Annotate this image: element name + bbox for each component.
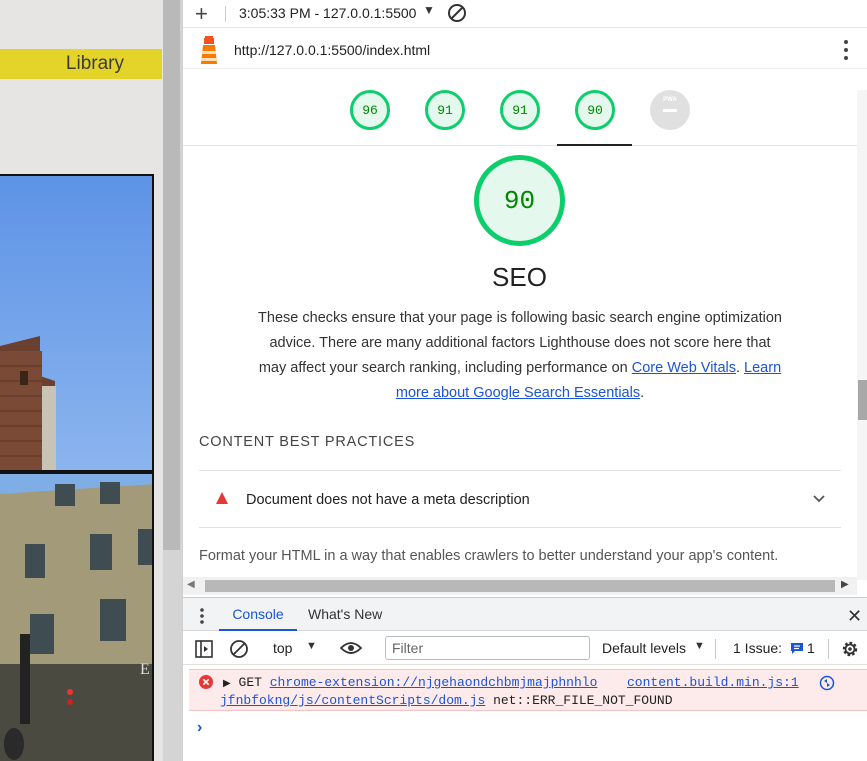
error-method: GET	[238, 675, 262, 690]
network-request-icon[interactable]	[819, 675, 835, 691]
drawer-menu-icon[interactable]	[199, 607, 205, 625]
report-url: http://127.0.0.1:5500/index.html	[234, 42, 431, 58]
expand-triangle-icon[interactable]: ▶	[223, 679, 231, 690]
error-source-link[interactable]: content.build.min.js:1	[627, 675, 799, 690]
error-url-link-continued[interactable]: jfnbfokng/js/contentScripts/dom.js	[220, 693, 485, 708]
core-web-vitals-link[interactable]: Core Web Vitals	[632, 360, 736, 376]
gauge-performance[interactable]: 96	[350, 90, 390, 130]
tab-console[interactable]: Console	[219, 598, 297, 631]
context-select[interactable]: top	[273, 640, 292, 656]
building-photo	[0, 174, 154, 472]
toolbar-divider	[828, 639, 829, 659]
section-heading: CONTENT BEST PRACTICES	[199, 434, 416, 450]
score-tabs: 96 91 91 90 PWA	[183, 70, 867, 146]
log-levels-select[interactable]: Default levels	[602, 640, 686, 656]
audit-item[interactable]: Document does not have a meta descriptio…	[199, 470, 841, 528]
active-tab-indicator	[557, 144, 632, 146]
error-second-line: jfnbfokng/js/contentScripts/dom.js net::…	[220, 693, 673, 708]
scroll-left-icon[interactable]: ◀	[187, 579, 195, 590]
inspected-page: Library E	[0, 0, 163, 761]
toolbar-divider	[715, 639, 716, 659]
nav-bar: Library	[0, 49, 162, 79]
caret-down-icon[interactable]: ▼	[694, 640, 705, 652]
sidebar-toggle-icon[interactable]	[195, 640, 213, 658]
street-photo: E	[0, 472, 154, 761]
more-options-icon[interactable]	[841, 39, 851, 61]
caret-down-icon[interactable]: ▼	[306, 640, 317, 652]
gauge-pwa[interactable]: PWA	[650, 90, 690, 130]
seo-score-gauge: 90	[474, 155, 565, 246]
issues-count[interactable]: 1	[807, 640, 815, 656]
viewport-scrollbar-thumb[interactable]	[163, 0, 180, 550]
drawer-tabbar: Console What's New ✕	[183, 597, 867, 631]
svg-text:E: E	[140, 661, 150, 678]
report-horizontal-scrollbar[interactable]: ◀ ▶	[183, 577, 857, 595]
gear-icon[interactable]	[840, 639, 860, 659]
fail-triangle-icon	[216, 492, 228, 504]
scroll-right-icon[interactable]: ▶	[841, 579, 849, 590]
library-link[interactable]: Library	[66, 53, 124, 75]
seo-score-value: 90	[503, 185, 536, 216]
report-url-bar: http://127.0.0.1:5500/index.html	[183, 29, 867, 69]
console-error-message: ▶ GET chrome-extension://njgehaondchbmjm…	[189, 669, 867, 711]
category-title: SEO	[492, 262, 547, 292]
audit-title: Document does not have a meta descriptio…	[246, 492, 530, 508]
report-select[interactable]: 3:05:33 PM - 127.0.0.1:5500	[239, 5, 416, 21]
toolbar-divider	[225, 6, 226, 22]
error-url-link[interactable]: chrome-extension://njgehaondchbmjmajphnh…	[270, 675, 598, 690]
close-icon[interactable]: ✕	[847, 606, 862, 627]
eye-icon[interactable]	[340, 640, 362, 656]
issue-message-icon[interactable]	[790, 642, 804, 655]
category-description: These checks ensure that your page is fo…	[258, 310, 782, 401]
section-footer: Format your HTML in a way that enables c…	[199, 548, 779, 564]
plus-icon[interactable]: +	[195, 1, 208, 27]
tab-whats-new[interactable]: What's New	[308, 598, 382, 631]
scrollbar-thumb[interactable]	[858, 380, 867, 420]
gauge-seo[interactable]: 90	[575, 90, 615, 130]
filter-input[interactable]	[385, 636, 590, 660]
clear-icon[interactable]	[447, 3, 467, 23]
devtools-panel: + 3:05:33 PM - 127.0.0.1:5500 ▼ http://1…	[182, 0, 867, 761]
pwa-dash	[663, 109, 677, 112]
scrollbar-thumb[interactable]	[205, 580, 835, 592]
issues-label[interactable]: 1 Issue:	[733, 640, 782, 656]
console-toolbar: top ▼ Default levels ▼ 1 Issue: 1	[183, 632, 867, 665]
report-vertical-scrollbar[interactable]	[857, 90, 867, 580]
lighthouse-toolbar: + 3:05:33 PM - 127.0.0.1:5500 ▼	[183, 0, 867, 28]
error-first-line: ▶ GET chrome-extension://njgehaondchbmjm…	[223, 675, 597, 690]
pwa-label: PWA	[663, 97, 677, 103]
caret-down-icon[interactable]: ▼	[423, 3, 435, 17]
chevron-down-icon[interactable]	[812, 491, 826, 505]
lighthouse-logo-icon	[201, 36, 217, 64]
gauge-accessibility[interactable]: 91	[425, 90, 465, 130]
gauge-best-practices[interactable]: 91	[500, 90, 540, 130]
error-text: net::ERR_FILE_NOT_FOUND	[493, 693, 673, 708]
clear-console-icon[interactable]	[229, 639, 249, 659]
error-icon	[199, 675, 213, 689]
console-prompt[interactable]: ›	[197, 719, 202, 737]
